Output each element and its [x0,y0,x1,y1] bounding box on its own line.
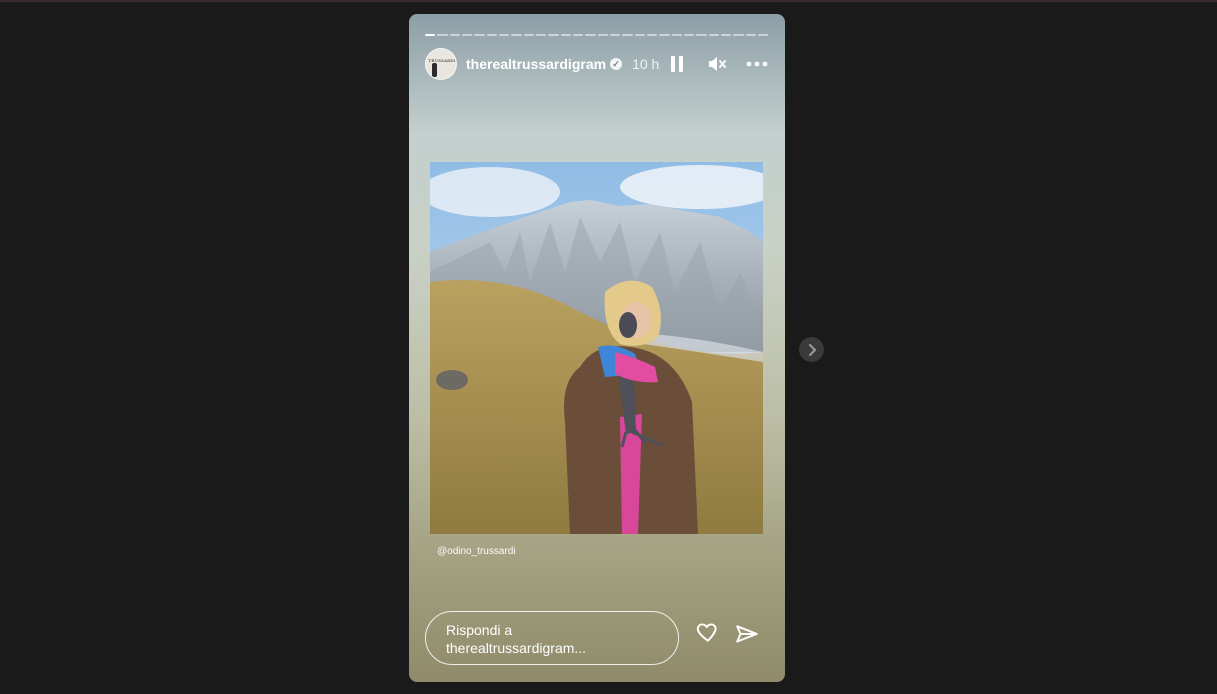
story-controls [665,52,769,76]
progress-segment [634,34,645,36]
progress-segment [548,34,559,36]
progress-segment [597,34,608,36]
progress-segment [535,34,547,36]
muted-speaker-icon[interactable] [705,52,729,76]
progress-segment [498,34,510,36]
reply-placeholder-line1: Rispondi a [446,622,513,638]
progress-segment [437,34,448,36]
story-username[interactable]: therealtrussardigram [466,56,606,72]
progress-segment [708,34,719,36]
progress-segment [572,34,584,36]
progress-segment [511,34,522,36]
reply-input[interactable]: Rispondi a therealtrussardigram... [425,611,679,665]
chevron-right-icon [808,343,816,356]
mention-tag[interactable]: @odino_trussardi [437,546,516,557]
progress-segment [609,34,621,36]
profile-avatar[interactable]: TRUSSARDI [425,48,457,80]
progress-segment [585,34,596,36]
more-options-icon[interactable] [745,52,769,76]
progress-segment [449,34,460,36]
window-top-border [0,0,1217,2]
progress-segment [671,34,682,36]
story-header: TRUSSARDI therealtrussardigram ✓ 10 h [425,48,769,80]
progress-segment [720,34,732,36]
send-icon[interactable] [734,622,760,648]
avatar-figure [432,63,437,77]
story-viewer[interactable]: TRUSSARDI therealtrussardigram ✓ 10 h @o… [409,14,785,682]
progress-segment [622,34,633,36]
story-photo [430,162,763,534]
next-story-button[interactable] [799,337,824,362]
progress-segment [523,34,534,36]
story-timestamp: 10 h [632,56,660,72]
progress-segment [461,34,473,36]
verified-badge-icon: ✓ [610,58,623,70]
pause-icon[interactable] [665,52,689,76]
progress-segment [745,34,756,36]
story-progress-bar [425,34,769,36]
progress-segment [683,34,695,36]
reply-placeholder-line2: therealtrussardigram... [446,640,587,656]
progress-segment [646,34,658,36]
progress-segment [659,34,670,36]
progress-segment [733,34,744,36]
progress-segment [696,34,707,36]
progress-segment [757,34,769,36]
progress-segment [425,34,436,36]
heart-icon[interactable] [695,619,721,645]
progress-segment [474,34,485,36]
progress-segment [560,34,571,36]
progress-segment [486,34,497,36]
